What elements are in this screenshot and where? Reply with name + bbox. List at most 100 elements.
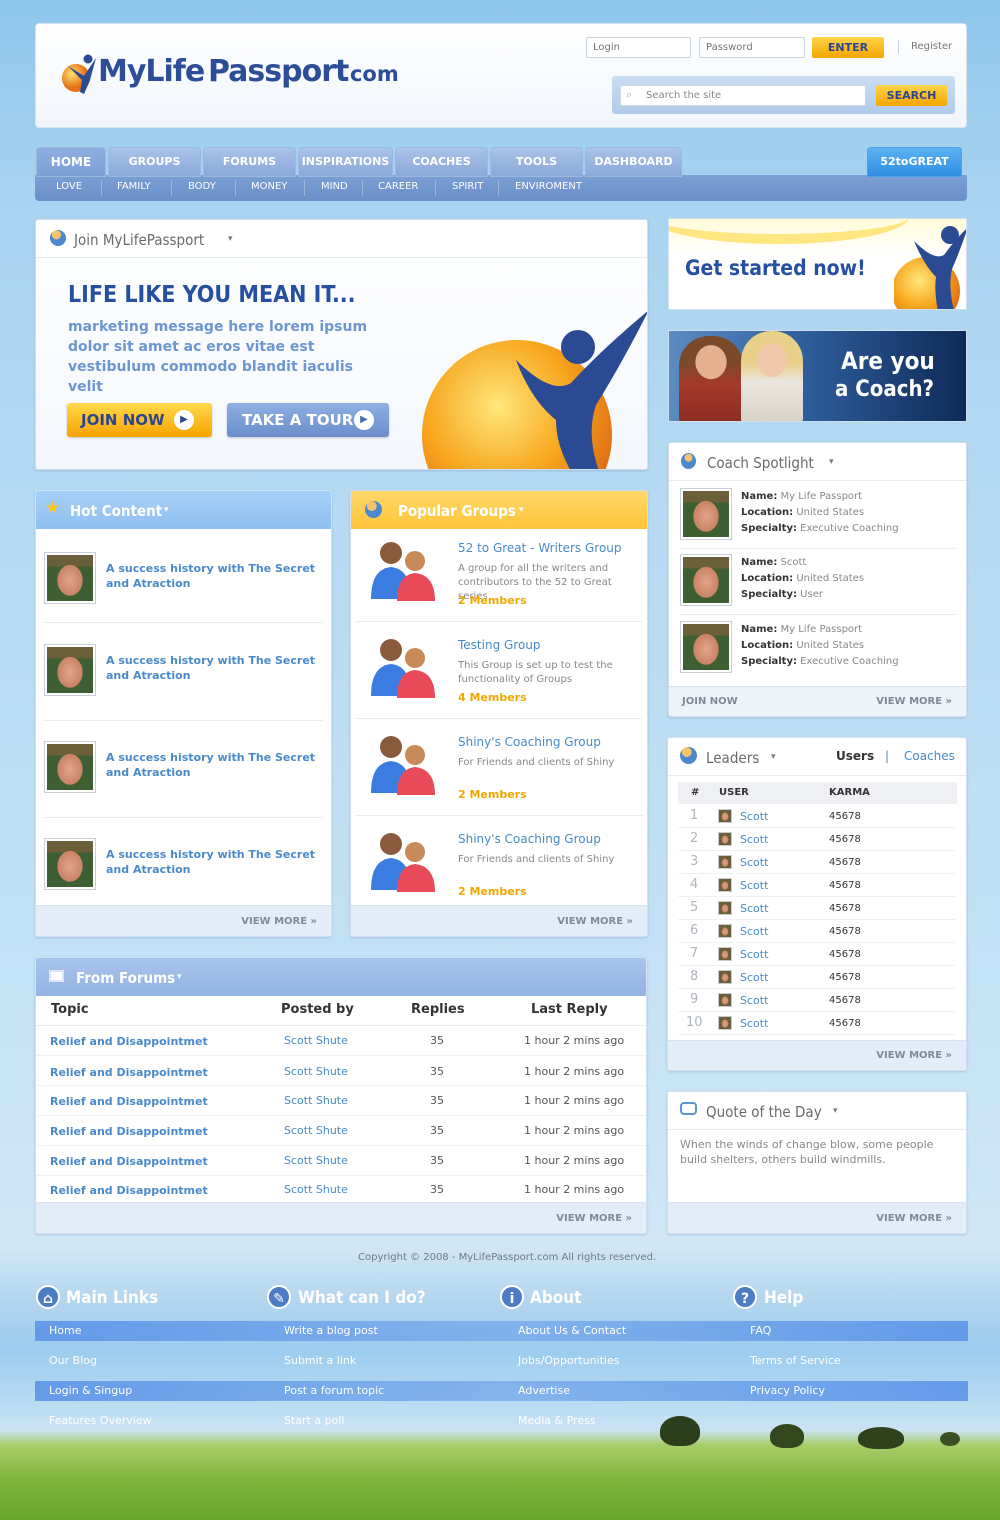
group-members[interactable]: 4 Members — [458, 691, 527, 704]
footer-link-login-signup[interactable]: Login & Singup — [49, 1384, 132, 1397]
group-name-link[interactable]: 52 to Great - Writers Group — [458, 541, 622, 556]
leader-avatar[interactable] — [718, 924, 732, 938]
login-input[interactable] — [586, 37, 691, 58]
avatar[interactable] — [44, 838, 96, 890]
hot-content-link[interactable]: A success history with The Secret and At… — [106, 847, 316, 877]
join-now-link[interactable]: JOIN NOW — [682, 696, 738, 707]
avatar[interactable] — [44, 644, 96, 696]
footer-link-submit-link[interactable]: Submit a link — [284, 1354, 356, 1367]
footer-link-terms[interactable]: Terms of Service — [750, 1354, 841, 1367]
leader-avatar[interactable] — [718, 1016, 732, 1030]
tab-inspirations[interactable]: INSPIRATIONS — [298, 147, 393, 177]
leader-user-link[interactable]: Scott — [740, 810, 768, 823]
leader-avatar[interactable] — [718, 947, 732, 961]
footer-link-start-poll[interactable]: Start a poll — [284, 1414, 344, 1427]
hot-content-link[interactable]: A success history with The Secret and At… — [106, 750, 316, 780]
tab-home[interactable]: HOME — [36, 147, 106, 177]
forum-author-link[interactable]: Scott Shute — [284, 1124, 348, 1137]
footer-link-faq[interactable]: FAQ — [750, 1324, 771, 1337]
leader-avatar[interactable] — [718, 809, 732, 823]
subnav-career[interactable]: CAREER — [378, 181, 418, 192]
tab-52togreat[interactable]: 52toGREAT — [867, 147, 962, 177]
subnav-enviroment[interactable]: ENVIROMENT — [515, 181, 582, 192]
join-now-button[interactable]: JOIN NOW ▶ — [67, 403, 212, 437]
leader-user-link[interactable]: Scott — [740, 948, 768, 961]
forum-topic-link[interactable]: Relief and Disappointmet — [50, 1065, 208, 1080]
forum-topic-link[interactable]: Relief and Disappointmet — [50, 1034, 208, 1049]
forum-topic-link[interactable]: Relief and Disappointmet — [50, 1124, 208, 1139]
footer-link-features[interactable]: Features Overview — [49, 1414, 152, 1427]
footer-link-write-blog[interactable]: Write a blog post — [284, 1324, 378, 1337]
group-name-link[interactable]: Shiny's Coaching Group — [458, 832, 601, 847]
subnav-spirit[interactable]: SPIRIT — [452, 181, 483, 192]
leader-user-link[interactable]: Scott — [740, 971, 768, 984]
password-input[interactable] — [699, 37, 805, 58]
footer-link-our-blog[interactable]: Our Blog — [49, 1354, 97, 1367]
get-started-banner[interactable]: Get started now! — [668, 218, 967, 310]
leader-avatar[interactable] — [718, 970, 732, 984]
leader-user-link[interactable]: Scott — [740, 879, 768, 892]
footer-link-privacy[interactable]: Privacy Policy — [750, 1384, 825, 1397]
leader-user-link[interactable]: Scott — [740, 1017, 768, 1030]
tab-dashboard[interactable]: DASHBOARD — [585, 147, 682, 177]
footer-link-advertise[interactable]: Advertise — [518, 1384, 570, 1397]
subnav-love[interactable]: LOVE — [56, 181, 82, 192]
coach-avatar[interactable] — [680, 554, 732, 606]
group-members[interactable]: 2 Members — [458, 594, 527, 607]
forum-topic-link[interactable]: Relief and Disappointmet — [50, 1183, 208, 1198]
forum-author-link[interactable]: Scott Shute — [284, 1154, 348, 1167]
coach-avatar[interactable] — [680, 621, 732, 673]
footer-link-post-forum[interactable]: Post a forum topic — [284, 1384, 384, 1397]
hot-content-link[interactable]: A success history with The Secret and At… — [106, 653, 316, 683]
group-name-link[interactable]: Shiny's Coaching Group — [458, 735, 601, 750]
footer-link-about-contact[interactable]: About Us & Contact — [518, 1324, 626, 1337]
view-more-link[interactable]: VIEW MORE » — [876, 696, 952, 707]
leader-user-link[interactable]: Scott — [740, 925, 768, 938]
leader-user-link[interactable]: Scott — [740, 994, 768, 1007]
subnav-mind[interactable]: MIND — [321, 181, 348, 192]
leader-avatar[interactable] — [718, 878, 732, 892]
forum-author-link[interactable]: Scott Shute — [284, 1034, 348, 1047]
leader-avatar[interactable] — [718, 993, 732, 1007]
leader-user-link[interactable]: Scott — [740, 902, 768, 915]
view-more-link[interactable]: VIEW MORE » — [876, 1213, 952, 1224]
footer-link-media-press[interactable]: Media & Press — [518, 1414, 596, 1427]
coach-banner[interactable]: Are you a Coach? — [668, 330, 967, 422]
tab-tools[interactable]: TOOLS — [490, 147, 583, 177]
subnav-money[interactable]: MONEY — [251, 181, 287, 192]
leader-user-link[interactable]: Scott — [740, 833, 768, 846]
forum-author-link[interactable]: Scott Shute — [284, 1065, 348, 1078]
avatar[interactable] — [44, 552, 96, 604]
view-more-link[interactable]: VIEW MORE » — [557, 916, 633, 927]
enter-button[interactable]: ENTER — [812, 37, 884, 58]
leader-avatar[interactable] — [718, 832, 732, 846]
group-members[interactable]: 2 Members — [458, 788, 527, 801]
leader-avatar[interactable] — [718, 855, 732, 869]
tab-users[interactable]: Users — [836, 749, 874, 763]
forum-author-link[interactable]: Scott Shute — [284, 1094, 348, 1107]
subnav-family[interactable]: FAMILY — [117, 181, 151, 192]
logo[interactable]: MyLife Passport .com — [60, 50, 410, 96]
view-more-link[interactable]: VIEW MORE » — [556, 1213, 632, 1224]
leader-avatar[interactable] — [718, 901, 732, 915]
tab-coaches[interactable]: COACHES — [395, 147, 488, 177]
group-name-link[interactable]: Testing Group — [458, 638, 541, 653]
tab-forums[interactable]: FORUMS — [203, 147, 296, 177]
search-button[interactable]: SEARCH — [876, 85, 947, 106]
hot-content-link[interactable]: A success history with The Secret and At… — [106, 561, 316, 591]
search-field[interactable]: ⌕ Search the site — [620, 85, 866, 106]
forum-topic-link[interactable]: Relief and Disappointmet — [50, 1154, 208, 1169]
register-link[interactable]: Register — [911, 41, 952, 52]
avatar[interactable] — [44, 741, 96, 793]
take-tour-button[interactable]: TAKE A TOUR ▶ — [227, 403, 389, 437]
subnav-body[interactable]: BODY — [188, 181, 216, 192]
footer-link-home[interactable]: Home — [49, 1324, 81, 1337]
view-more-link[interactable]: VIEW MORE » — [241, 916, 317, 927]
forum-topic-link[interactable]: Relief and Disappointmet — [50, 1094, 208, 1109]
coach-avatar[interactable] — [680, 488, 732, 540]
leader-user-link[interactable]: Scott — [740, 856, 768, 869]
tab-groups[interactable]: GROUPS — [108, 147, 201, 177]
forum-author-link[interactable]: Scott Shute — [284, 1183, 348, 1196]
view-more-link[interactable]: VIEW MORE » — [876, 1050, 952, 1061]
group-members[interactable]: 2 Members — [458, 885, 527, 898]
